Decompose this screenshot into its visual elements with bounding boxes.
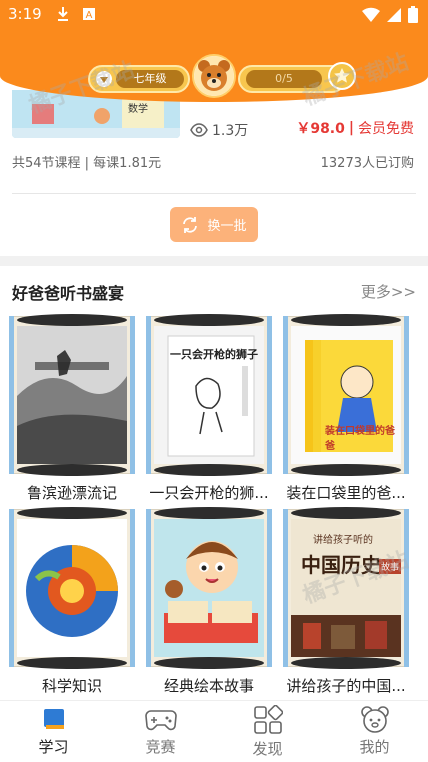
medal-icon[interactable] [328, 62, 356, 90]
progress-label: 0/5 [246, 70, 322, 88]
grade-selector[interactable]: 七年级 [88, 65, 190, 93]
book-cover [154, 519, 264, 657]
member-free-label: 会员免费 [358, 121, 414, 137]
download-icon [58, 7, 68, 21]
book-cover: 装在口袋里的爸爸 [291, 326, 401, 464]
nav-item-competition[interactable]: 竞赛 [107, 701, 214, 762]
nav-item-discover[interactable]: 发现 [214, 701, 321, 762]
status-time: 3:19 [8, 5, 42, 23]
gamepad-icon [144, 710, 177, 731]
book-cover-text: 中国历史 [301, 553, 381, 577]
book-cover: 讲给孩子听的 中国历史 故事 [291, 519, 401, 657]
book-cover-text: 装在口袋里的爸爸 [325, 426, 395, 452]
refresh-icon [183, 216, 198, 233]
subscriber-count: 13273人已订购 [320, 156, 414, 171]
more-link[interactable]: 更多>> [361, 281, 416, 302]
book-title[interactable]: 装在口袋里的爸... [279, 482, 413, 503]
bottom-nav: 学习 竞赛 发现 我的 [0, 700, 428, 762]
view-count: 1.3万 [190, 120, 248, 140]
view-count-text: 1.3万 [212, 123, 249, 139]
nav-label: 竞赛 [145, 738, 176, 756]
refresh-label: 换一批 [207, 219, 247, 234]
wifi-icon [362, 7, 380, 22]
book-title[interactable]: 鲁滨逊漂流记 [5, 482, 139, 503]
book-cover-text: 一只会开枪的狮子 [170, 348, 258, 361]
nav-label: 发现 [252, 740, 283, 758]
book-title[interactable]: 讲给孩子的中国... [279, 675, 413, 696]
battery-icon [408, 6, 418, 23]
book-card[interactable]: 一只会开枪的狮子 [146, 314, 272, 476]
book-title[interactable]: 经典绘本故事 [142, 675, 276, 696]
nav-item-mine[interactable]: 我的 [321, 701, 428, 762]
book-icon [43, 709, 64, 729]
book-card[interactable]: 装在口袋里的爸爸 [283, 314, 409, 476]
grade-label: 七年级 [116, 70, 184, 88]
book-title[interactable]: 科学知识 [5, 675, 139, 696]
avatar[interactable] [192, 54, 236, 98]
svg-text:A: A [86, 10, 93, 21]
book-cover [17, 326, 127, 464]
book-cover: 一只会开枪的狮子 [154, 326, 264, 464]
diamond-icon [96, 71, 112, 87]
thumb-label: 数学 [128, 104, 148, 115]
nav-label: 我的 [359, 738, 390, 756]
signal-icon [387, 7, 401, 22]
font-a-icon: A [83, 8, 95, 21]
price-row: ￥98.0 | 会员免费 [296, 118, 414, 138]
book-cover-tag: 故事 [379, 559, 401, 574]
price-separator: | [348, 120, 354, 136]
eye-icon [190, 123, 208, 137]
grid-icon [253, 705, 283, 734]
book-title[interactable]: 一只会开枪的狮... [142, 482, 276, 503]
status-bar: 3:19 A [0, 0, 428, 30]
section-separator [0, 256, 428, 266]
bear-face-icon [360, 706, 389, 733]
book-card[interactable] [9, 314, 135, 476]
course-meta: 共54节课程 | 每课1.81元 [12, 156, 162, 171]
course-price: ￥98.0 [296, 121, 345, 137]
bear-avatar-icon [194, 56, 234, 96]
book-cover [17, 519, 127, 657]
book-card[interactable]: 讲给孩子听的 中国历史 故事 [283, 507, 409, 669]
book-cover-subtext: 讲给孩子听的 [313, 535, 373, 546]
section-title: 好爸爸听书盛宴 [12, 284, 125, 303]
divider [12, 193, 416, 194]
book-card[interactable] [9, 507, 135, 669]
refresh-button[interactable]: 换一批 [170, 207, 258, 242]
header: 3:19 A 七年级 0/5 [0, 0, 428, 102]
nav-label: 学习 [38, 738, 69, 756]
book-card[interactable] [146, 507, 272, 669]
nav-item-study[interactable]: 学习 [0, 701, 107, 762]
